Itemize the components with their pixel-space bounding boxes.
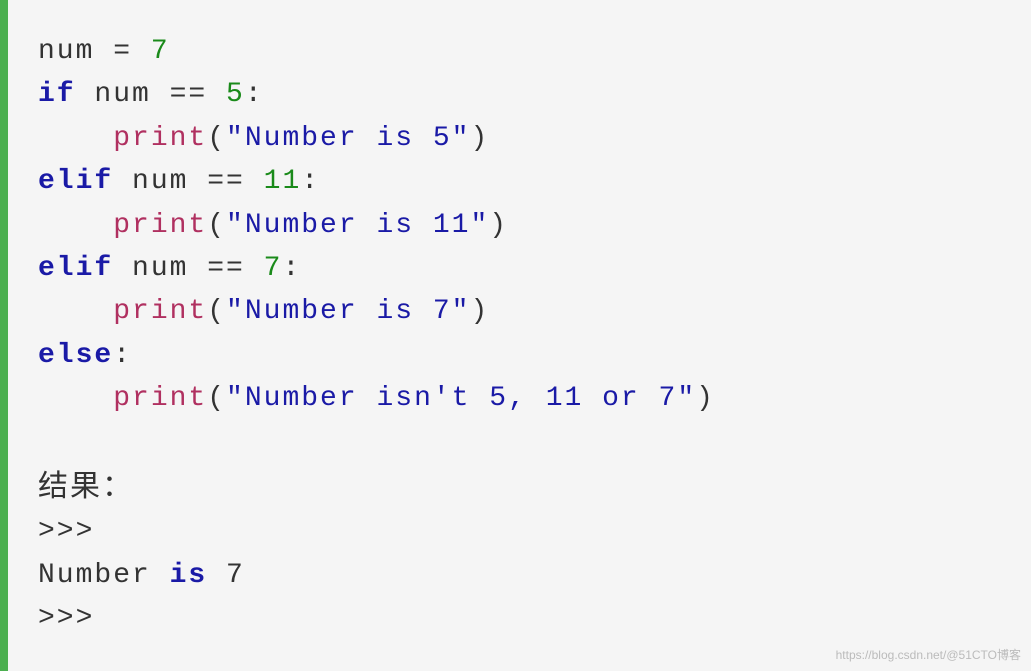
output-text-pre: Number [38,560,170,591]
function-print: print [113,210,207,241]
keyword-elif: elif [38,253,113,284]
indent [38,383,113,414]
string-literal: "Number is 11" [226,210,489,241]
identifier: num [38,36,113,67]
indent [38,123,113,154]
operator: = [113,36,151,67]
paren-close: ) [696,383,715,414]
string-literal: "Number is 5" [226,123,470,154]
string-literal: "Number is 7" [226,296,470,327]
colon: : [245,79,264,110]
output-prompt-1: >>> [38,510,1001,553]
indent [38,210,113,241]
paren-open: ( [207,210,226,241]
output-prompt-2: >>> [38,597,1001,640]
code-line-7: print("Number is 7") [38,290,1001,333]
code-line-6: elif num == 7: [38,247,1001,290]
colon: : [301,166,320,197]
paren-open: ( [207,123,226,154]
output-line: Number is 7 [38,554,1001,597]
string-literal: "Number isn't 5, 11 or 7" [226,383,696,414]
function-print: print [113,123,207,154]
output-text-post: 7 [207,560,245,591]
expression: num == [113,253,263,284]
number-literal: 5 [226,79,245,110]
colon: : [113,340,132,371]
keyword-if: if [38,79,76,110]
code-line-5: print("Number is 11") [38,204,1001,247]
code-line-3: print("Number is 5") [38,117,1001,160]
paren-close: ) [470,123,489,154]
code-line-1: num = 7 [38,30,1001,73]
code-block: num = 7 if num == 5: print("Number is 5"… [0,0,1031,671]
paren-open: ( [207,296,226,327]
watermark: https://blog.csdn.net/@51CTO博客 [836,646,1021,665]
number-literal: 11 [264,166,302,197]
paren-close: ) [489,210,508,241]
indent [38,296,113,327]
code-line-8: else: [38,334,1001,377]
number-literal: 7 [151,36,170,67]
code-line-4: elif num == 11: [38,160,1001,203]
expression: num == [76,79,226,110]
paren-close: ) [470,296,489,327]
colon: : [282,253,301,284]
keyword-else: else [38,340,113,371]
output-keyword-is: is [170,560,208,591]
function-print: print [113,296,207,327]
expression: num == [113,166,263,197]
blank-line [38,421,1001,464]
code-line-2: if num == 5: [38,73,1001,116]
result-label: 结果： [38,464,1001,511]
paren-open: ( [207,383,226,414]
code-line-9: print("Number isn't 5, 11 or 7") [38,377,1001,420]
keyword-elif: elif [38,166,113,197]
function-print: print [113,383,207,414]
number-literal: 7 [264,253,283,284]
